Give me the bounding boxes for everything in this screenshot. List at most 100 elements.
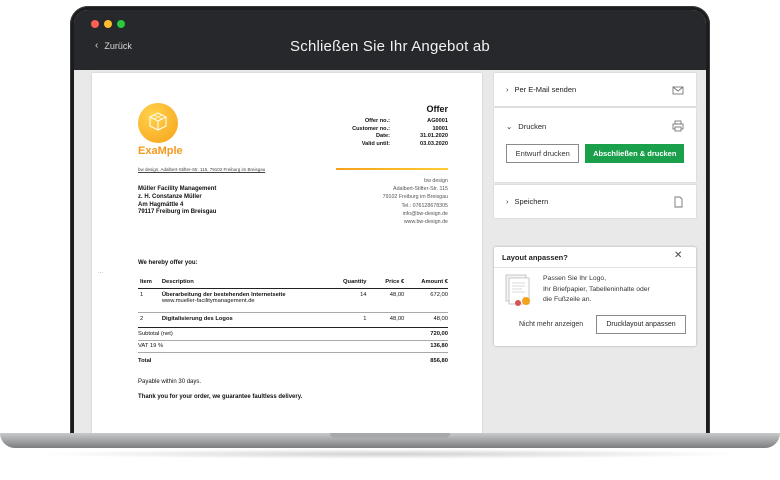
dont-show-again-link[interactable]: Nicht mehr anzeigen — [519, 321, 583, 328]
laptop-notch — [330, 433, 450, 438]
meta-row: Offer no.: AG0001 — [320, 118, 448, 126]
total-row: Total 856,80 — [138, 353, 448, 368]
table-header: Item Description Quantity Price € Amount… — [138, 275, 448, 289]
header-divider — [336, 168, 448, 170]
vat-value: 136,80 — [430, 343, 448, 350]
tip-text-line: Passen Sie Ihr Logo, — [543, 275, 607, 282]
row-quantity: 1 — [363, 316, 367, 322]
offer-heading: Offer — [426, 104, 448, 114]
tip-title: Layout anpassen? — [502, 253, 568, 262]
row-description: Überarbeitung der bestehenden Internetse… — [162, 292, 333, 312]
envelope-icon — [672, 86, 684, 94]
save-section[interactable]: › Speichern — [494, 185, 696, 218]
window-controls — [91, 20, 125, 28]
recipient-line: Am Hagmättle 4 — [138, 201, 184, 208]
recipient-line: z. H. Constanze Müller — [138, 193, 202, 200]
row-quantity: 14 — [360, 292, 367, 298]
printer-icon — [672, 120, 684, 132]
meta-value: AG0001 — [427, 118, 448, 124]
brand-name: ExaMple — [138, 145, 183, 157]
table-row: 1 Überarbeitung der bestehenden Internet… — [138, 289, 448, 313]
laptop-shadow — [30, 449, 750, 459]
email-label: Per E-Mail senden — [514, 85, 577, 94]
app-window: ‹ Zurück Schließen Sie Ihr Angebot ab Ex… — [74, 10, 706, 436]
meta-row: Valid until: 03.03.2020 — [320, 141, 448, 149]
layout-tip-popover: Layout anpassen? ✕ Passen Sie Ihr Logo, … — [494, 247, 696, 346]
company-line: Adalbert-Stifter-Str. 115 — [393, 186, 448, 193]
meta-value: 03.03.2020 — [420, 140, 448, 147]
row-title: Digitalisierung des Logos — [161, 316, 233, 322]
company-line: Tel.: 076128678305 — [401, 202, 448, 209]
finish-print-button[interactable]: Abschließen & drucken — [585, 144, 684, 163]
total-label: Total — [138, 357, 152, 364]
laptop-frame: ‹ Zurück Schließen Sie Ihr Angebot ab Ex… — [70, 6, 710, 440]
row-price: 48,00 — [389, 316, 405, 322]
meta-row: Customer no.: 10001 — [320, 126, 448, 134]
save-row-label: › Speichern — [506, 197, 548, 206]
meta-value: 31.01.2020 — [420, 133, 448, 139]
tip-text-line: Ihr Briefpapier, Tabelleninhalte oder — [543, 285, 650, 293]
print-section: ⌄ Drucken Entwurf drucken Abschließen & … — [494, 108, 696, 182]
subtotal-row: Subtotal (net) 720,00 — [138, 328, 448, 341]
vat-label: VAT 19 % — [138, 343, 164, 350]
tip-divider — [494, 267, 696, 268]
row-item: 1 — [140, 292, 144, 298]
row-subtitle: www.mueller-facilitymanagement.de — [161, 298, 255, 304]
recipient-address: Müller Facility Management z. H. Constan… — [138, 186, 216, 217]
company-line: info@bw-design.de — [402, 210, 448, 217]
email-row-label: › Per E-Mail senden — [506, 85, 576, 94]
header-price: Price € — [385, 278, 405, 285]
tip-text-line: die Fußzeile an. — [543, 296, 592, 303]
meta-label: Offer no.: — [364, 118, 390, 124]
document-icon — [674, 196, 683, 207]
recipient-line: 79117 Freiburg im Breisgau — [138, 209, 217, 216]
page-title: Schließen Sie Ihr Angebot ab — [290, 38, 490, 55]
table-row: 2 Digitalisierung des Logos 1 48,00 48,0… — [138, 313, 448, 328]
email-row[interactable]: › Per E-Mail senden — [494, 73, 696, 106]
company-line: www.bw-design.de — [403, 219, 448, 226]
close-window-dot[interactable] — [91, 20, 99, 28]
print-row[interactable]: ⌄ Drucken — [494, 108, 696, 144]
company-address: bw design Adalbert-Stifter-Str. 115 7910… — [336, 177, 448, 226]
minimize-window-dot[interactable] — [104, 20, 112, 28]
email-section[interactable]: › Per E-Mail senden — [494, 73, 696, 106]
print-row-label: ⌄ Drucken — [506, 122, 546, 131]
row-amount: 672,00 — [430, 292, 448, 298]
payment-terms: Payable within 30 days. — [138, 379, 202, 385]
close-icon[interactable]: ✕ — [674, 250, 682, 261]
thank-you-note: Thank you for your order, we guarantee f… — [138, 394, 303, 400]
sender-address-line: bw design, Adalbert-Stifter-Str. 115, 79… — [138, 167, 266, 172]
chevron-right-icon: › — [506, 85, 509, 94]
print-buttons: Entwurf drucken Abschließen & drucken — [494, 144, 696, 163]
subtotal-value: 720,00 — [430, 330, 448, 337]
meta-label: Valid until: — [361, 140, 390, 147]
vat-row: VAT 19 % 136,80 — [138, 341, 448, 353]
offer-meta: Offer no.: AG0001 Customer no.: 10001 Date… — [320, 118, 448, 148]
offer-document: ExaMple bw design, Adalbert-Stifter-Str.… — [92, 73, 482, 435]
save-label: Speichern — [514, 197, 549, 206]
chevron-down-icon: ⌄ — [506, 121, 513, 131]
row-item: 2 — [140, 316, 144, 322]
logo-cube-icon — [138, 103, 178, 143]
company-line: 79102 Freiburg im Breisgau — [382, 194, 448, 201]
page-fold-marker: ... — [98, 269, 104, 275]
meta-label: Date: — [376, 133, 390, 139]
row-price: 48,00 — [389, 292, 405, 298]
company-line: bw design — [424, 178, 448, 184]
adjust-print-layout-button[interactable]: Drucklayout anpassen — [596, 315, 686, 334]
meta-label: Customer no.: — [352, 125, 390, 132]
title-bar: ‹ Zurück Schließen Sie Ihr Angebot ab — [74, 10, 706, 70]
maximize-window-dot[interactable] — [117, 20, 125, 28]
header-quantity: Quantity — [343, 278, 367, 285]
tip-text: Passen Sie Ihr Logo, Ihr Briefpapier, Ta… — [543, 274, 683, 306]
save-row[interactable]: › Speichern — [494, 185, 696, 218]
header-item: Item — [140, 278, 152, 285]
meta-value: 10001 — [432, 125, 448, 132]
recipient-line: Müller Facility Management — [138, 186, 217, 192]
print-label: Drucken — [518, 121, 547, 131]
draft-print-button[interactable]: Entwurf drucken — [506, 144, 580, 163]
document-illustration-icon — [505, 274, 530, 306]
total-value: 856,80 — [430, 357, 448, 364]
row-amount: 48,00 — [433, 316, 448, 322]
subtotal-label: Subtotal (net) — [138, 330, 173, 337]
